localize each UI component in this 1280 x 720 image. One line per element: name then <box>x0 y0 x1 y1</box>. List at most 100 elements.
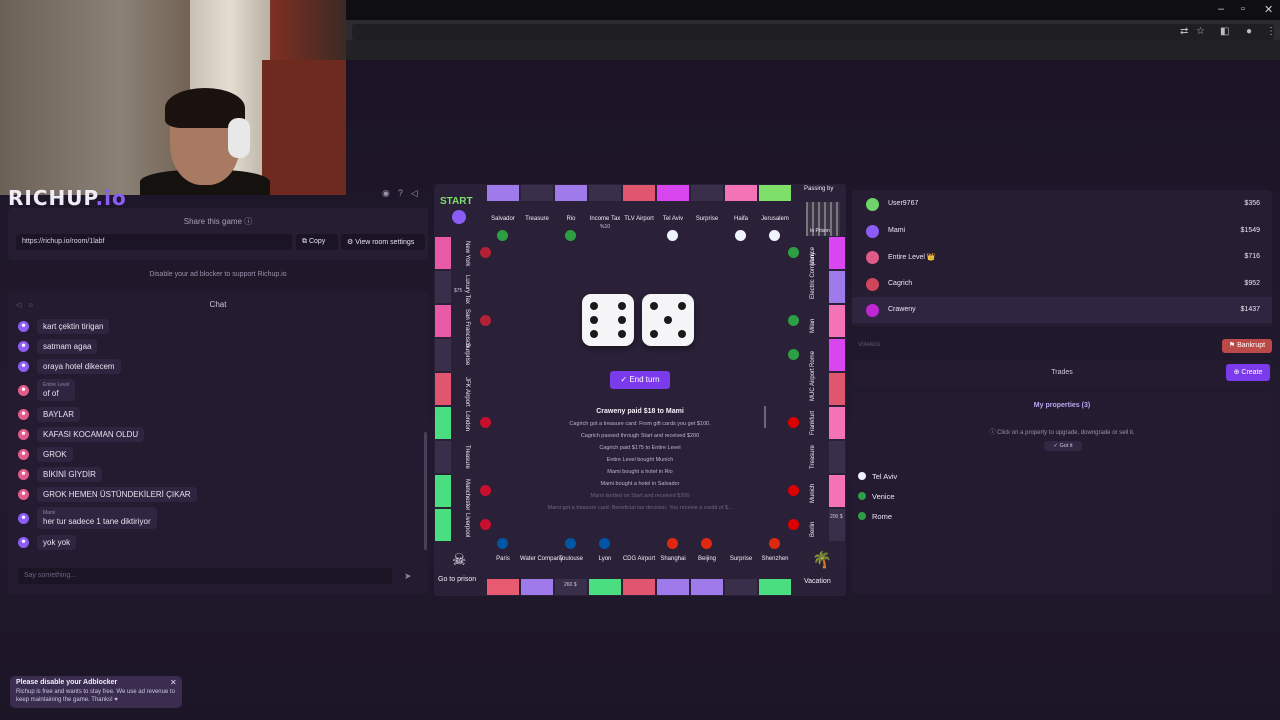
log-entry: Mami got a treasure card: Beneficial tax… <box>547 505 733 511</box>
board-tile-rio[interactable]: Rio <box>554 184 588 241</box>
create-trade-button[interactable]: ⊕ Create <box>1226 364 1270 381</box>
board-tile-treasure[interactable]: Treasure <box>520 184 554 236</box>
player-avatar-icon <box>866 304 879 317</box>
player-row[interactable]: Crawenу $1437 <box>852 297 1272 323</box>
board-tile-lyon[interactable]: Lyon <box>588 538 622 596</box>
player-row[interactable]: Entire Level 👑 $716 <box>852 244 1272 270</box>
tile-color-band <box>691 579 723 595</box>
board-tile-frankfurt[interactable]: Frankfurt <box>788 406 846 440</box>
board-tile-treasure[interactable]: Treasure <box>434 440 486 474</box>
chat-message: ☻ GROK <box>18 447 73 462</box>
board-tile-toulouse[interactable]: Toulouse <box>554 538 588 596</box>
log-entry: Mami bought a hotel in Rio <box>607 469 673 475</box>
board-tile-jerusalem[interactable]: Jerusalem <box>758 184 792 241</box>
tile-color-band <box>829 339 845 371</box>
country-flag-icon <box>701 538 712 549</box>
board-tile-shenzhen[interactable]: Shenzhen <box>758 538 792 596</box>
log-scrollbar[interactable] <box>764 406 766 428</box>
chat-scrollbar[interactable] <box>424 432 427 550</box>
translate-icon[interactable]: ⇄ <box>1180 26 1188 37</box>
country-flag-icon <box>480 417 491 428</box>
property-row[interactable]: Tel Aviv <box>858 468 1266 486</box>
votekick-button[interactable]: Votekick <box>858 342 880 348</box>
bankrupt-button[interactable]: ⚑ Bankrupt <box>1222 339 1272 353</box>
board-tile-shanghai[interactable]: Shanghai <box>656 538 690 596</box>
share-title: Share this game ⓘ <box>183 217 253 226</box>
tile-color-band <box>589 579 621 595</box>
sound-icon[interactable]: ◁ <box>411 188 426 198</box>
chat-bubble: BAYLAR <box>37 407 80 422</box>
address-bar[interactable] <box>352 24 1274 40</box>
chat-message: ☻ Mami her tur sadece 1 tane diktiriyor <box>18 507 157 529</box>
board-tile-surprise[interactable]: Surprise <box>434 338 486 372</box>
got-it-button[interactable]: ✓ Got it <box>1044 441 1082 451</box>
bookmark-star-icon[interactable]: ☆ <box>1196 26 1205 37</box>
share-url-field[interactable]: https://richup.io/room/1labf <box>16 234 292 250</box>
board-tile-paris[interactable]: Paris <box>486 538 520 596</box>
board-tile-liverpool[interactable]: Liverpool <box>434 508 491 542</box>
board-tile-surprise[interactable]: Surprise <box>690 184 724 236</box>
board-tile-munich[interactable]: Munich <box>788 474 846 508</box>
board-tile-london[interactable]: London <box>434 406 491 440</box>
board-tile-venice[interactable]: Venice <box>788 236 846 270</box>
property-row[interactable]: Rome <box>858 508 1266 526</box>
chat-bubble: yok yok <box>37 535 77 550</box>
tile-name: Luxury Tax <box>464 275 470 304</box>
board-tile-surprise[interactable]: Surprise <box>724 544 758 596</box>
player-row[interactable]: Mami $1549 <box>852 218 1272 244</box>
player-row[interactable]: Cagrich $952 <box>852 271 1272 297</box>
chat-bubble: BİKİNİ GİYDİR <box>37 467 102 482</box>
tile-name: Income Tax <box>589 216 621 222</box>
end-turn-button[interactable]: ✓ End turn <box>610 371 670 389</box>
user-avatar-icon: ☻ <box>18 384 29 396</box>
board-tile-muc-airport[interactable]: MUC Airport <box>794 368 846 406</box>
minimize-icon[interactable]: – <box>1218 3 1224 15</box>
board-tile-manchester[interactable]: Manchester <box>434 474 491 510</box>
board-tile-milan[interactable]: Milan <box>788 304 846 338</box>
board-tile-beijing[interactable]: Beijing <box>690 538 724 596</box>
user-avatar-icon: ☻ <box>18 512 29 524</box>
board-tile-salvador[interactable]: Salvador <box>486 184 520 241</box>
tile-name: Jerusalem <box>761 216 789 222</box>
close-icon[interactable]: ✕ <box>1264 3 1273 16</box>
board-tile-new-york[interactable]: New York <box>434 236 491 270</box>
copy-button[interactable]: ⧉ Copy <box>296 234 338 250</box>
tile-color-band <box>555 185 587 201</box>
user-avatar-icon: ☻ <box>18 409 29 420</box>
board-tile-water-company[interactable]: Water Company <box>520 544 564 596</box>
tile-color-band <box>487 579 519 595</box>
tile-name: Water Company <box>520 556 564 562</box>
chat-input[interactable]: Say something... <box>18 568 392 584</box>
profile-icon[interactable]: ● <box>1246 26 1252 37</box>
players-panel: User9767 $356 Mami $1549 Entire Level 👑 $716 C… <box>852 190 1272 326</box>
log-entry: Cagrich paid $175 to Entire Level <box>599 445 681 451</box>
richup-logo[interactable]: RICHUP.io <box>8 186 127 210</box>
board-tile-tel-aviv[interactable]: Tel Aviv <box>656 184 690 241</box>
send-icon[interactable]: ➤ <box>404 571 412 582</box>
board-tile-cdg-airport[interactable]: CDG Airport <box>622 544 656 596</box>
board-tile-jfk-airport[interactable]: JFK Airport <box>434 372 486 407</box>
chat-bubble: KAFASI KOCAMAN OLDU <box>37 427 145 442</box>
board-tile-rome[interactable]: Rome <box>788 338 846 372</box>
country-flag-icon <box>788 519 799 530</box>
tile-color-band <box>829 441 845 473</box>
social-icons[interactable]: ◉?◁ <box>382 188 426 199</box>
player-row[interactable]: User9767 $356 <box>852 191 1272 217</box>
discord-icon[interactable]: ◉ <box>382 188 398 198</box>
help-icon[interactable]: ? <box>398 188 411 198</box>
close-icon[interactable]: ✕ <box>170 678 177 687</box>
chat-panel: ◁☺ Chat ☻ kart çektin tirigan ☻ satmam agaa… <box>8 292 428 594</box>
board-tile-treasure[interactable]: Treasure <box>794 440 846 474</box>
adblock-toast-text: Richup is free and wants to stay free. W… <box>16 689 175 703</box>
menu-icon[interactable]: ⋮ <box>1266 26 1276 37</box>
extensions-icon[interactable]: ◧ <box>1220 26 1229 37</box>
board-tile-luxury-tax[interactable]: Luxury Tax <box>434 270 486 304</box>
board-tile-haifa[interactable]: Haifa <box>724 184 758 241</box>
log-entry: Crawenу paid $18 to Mami <box>596 408 684 415</box>
room-settings-button[interactable]: ⚙ View room settings <box>341 234 425 250</box>
board-tile-san-francisco[interactable]: San Francisco <box>434 304 491 347</box>
maximize-icon[interactable]: ▫ <box>1241 3 1245 15</box>
board-tile-tlv-airport[interactable]: TLV Airport <box>622 184 656 236</box>
board-tile-electric-company[interactable]: Electric Company <box>794 252 846 304</box>
property-row[interactable]: Venice <box>858 488 1266 506</box>
